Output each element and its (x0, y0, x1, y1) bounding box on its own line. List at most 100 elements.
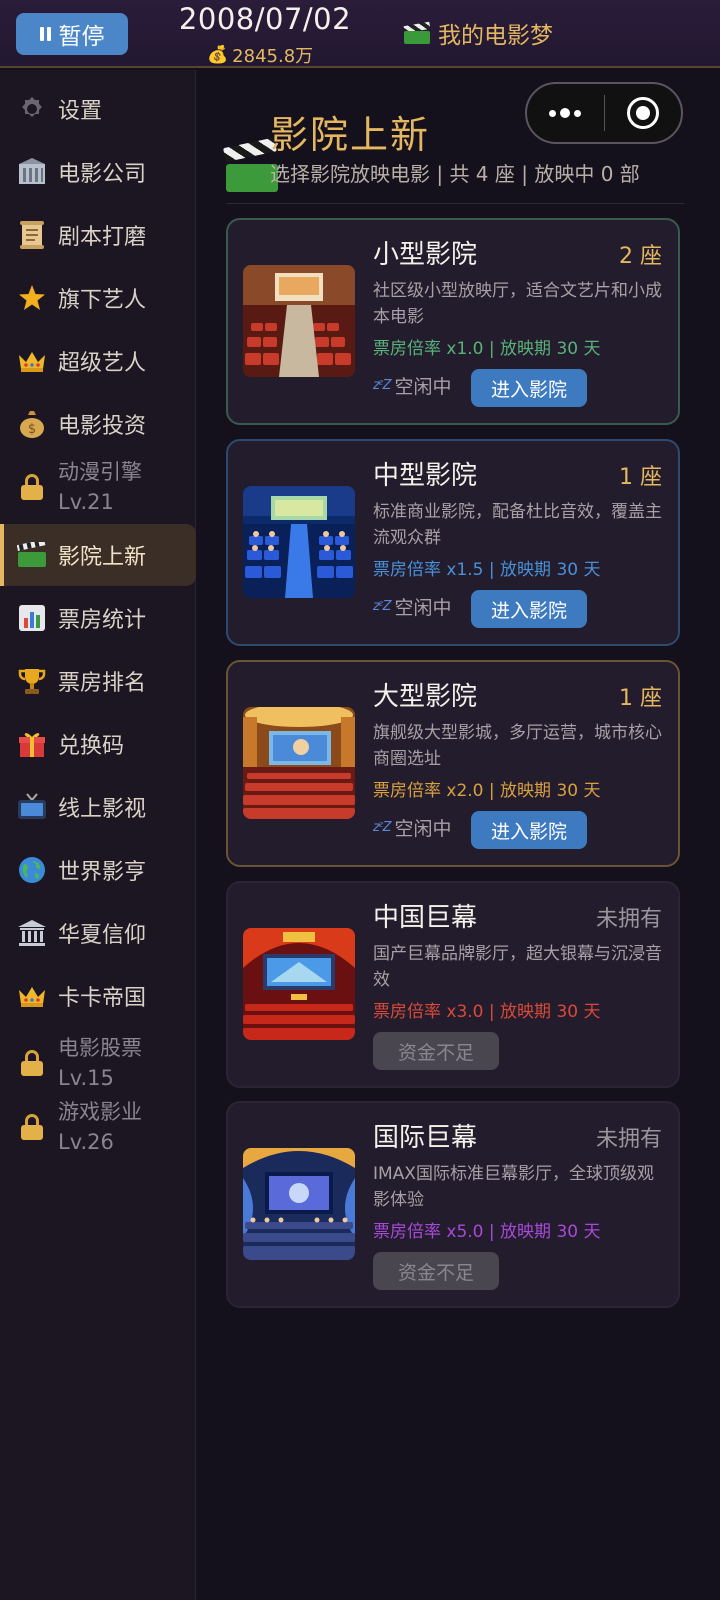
sidebar-item-label: 电影股票 (58, 1036, 142, 1060)
sidebar-item-box-office-stats[interactable]: 票房统计 (0, 587, 196, 649)
pause-icon (39, 27, 51, 41)
sidebar-item-online-video[interactable]: 线上影视 (0, 776, 196, 838)
lock-icon (21, 1050, 43, 1076)
globe-icon (16, 854, 48, 886)
cinema-count: 2 座 (619, 244, 662, 269)
cinema-rate: 票房倍率 x1.0 | 放映期 30 天 (373, 339, 601, 359)
lock-icon-wrap (16, 1111, 48, 1143)
sidebar-item-label: 世界影亨 (58, 860, 147, 885)
sidebar-item-level: Lv.15 (58, 1066, 114, 1090)
cinema-card-large: 大型影院 1 座 旗舰级大型影城，多厅运营，城市核心商圈选址 票房倍率 x2.0… (226, 660, 680, 867)
cinema-thumbnail-small (243, 265, 355, 377)
sidebar-item-label: 影院上新 (58, 545, 147, 570)
pause-button[interactable]: 暂停 (16, 13, 128, 55)
cinema-count: 未拥有 (595, 907, 662, 932)
cinema-count: 未拥有 (595, 1127, 662, 1152)
cinema-description: 国产巨幕品牌影厅，超大银幕与沉浸音效 (373, 944, 662, 990)
money-amount: 2845.8万 (232, 46, 314, 67)
cinema-name: 国际巨幕 (373, 1123, 478, 1153)
building-icon (16, 156, 48, 188)
sidebar-item-label-group: 动漫引擎 Lv.21 (58, 457, 142, 517)
insufficient-funds-button[interactable]: 资金不足 (373, 1032, 499, 1070)
temple-icon (16, 917, 48, 949)
sidebar-item-label: 电影公司 (58, 162, 147, 187)
cinema-rate: 票房倍率 x3.0 | 放映期 30 天 (373, 1002, 601, 1022)
cinema-count: 1 座 (619, 465, 662, 490)
sleep-icon: zᶻZ (373, 820, 391, 835)
top-bar: 暂停 2008/07/02 💰 2845.8万 我的电影梦 (0, 0, 720, 68)
clapperboard-icon (16, 539, 48, 571)
lock-icon-wrap (16, 471, 48, 503)
gear-icon (16, 93, 48, 125)
sidebar-item-redeem-code[interactable]: 兑换码 (0, 713, 196, 775)
cinema-thumbnail-medium (243, 486, 355, 598)
lock-icon (21, 474, 43, 500)
sidebar-item-label: 线上影视 (58, 797, 147, 822)
gift-icon (16, 728, 48, 760)
cinema-status: zᶻZ 空闲中 (373, 814, 452, 841)
sidebar-item-film-investment[interactable]: $ 电影投资 (0, 393, 196, 455)
cinema-status-text: 空闲中 (394, 818, 452, 840)
cinema-card-small: 小型影院 2 座 社区级小型放映厅，适合文艺片和小成本电影 票房倍率 x1.0 … (226, 218, 680, 425)
cinema-rate: 票房倍率 x1.5 | 放映期 30 天 (373, 560, 601, 580)
enter-cinema-button[interactable]: 进入影院 (471, 811, 587, 849)
clapperboard-icon (403, 21, 431, 44)
sidebar-item-level: Lv.21 (58, 490, 114, 514)
sidebar-item-new-cinema[interactable]: 影院上新 (0, 524, 196, 586)
sidebar-item-world-mogul[interactable]: 世界影亨 (0, 839, 196, 901)
sidebar-item-label-group: 电影股票 Lv.15 (58, 1033, 142, 1093)
bar-chart-icon (16, 602, 48, 634)
sidebar-item-label: 超级艺人 (58, 351, 147, 376)
game-title-text: 我的电影梦 (438, 23, 553, 49)
cinema-thumbnail-china-giant-screen (243, 928, 355, 1040)
sidebar-item-settings[interactable]: 设置 (0, 78, 196, 140)
trophy-icon (16, 665, 48, 697)
sidebar-item-label: 剧本打磨 (58, 225, 147, 250)
cinema-description: 社区级小型放映厅，适合文艺片和小成本电影 (373, 281, 662, 327)
sidebar-item-anime-engine[interactable]: 动漫引擎 Lv.21 (0, 456, 196, 518)
cinema-rate: 票房倍率 x2.0 | 放映期 30 天 (373, 781, 601, 801)
cinema-card-china-giant-screen: 中国巨幕 未拥有 国产巨幕品牌影厅，超大银幕与沉浸音效 票房倍率 x3.0 | … (226, 881, 680, 1088)
sidebar-item-label: 游戏影业 (58, 1100, 142, 1124)
page-title: 影院上新 (270, 113, 431, 157)
money-bag-icon: 💰 (207, 45, 229, 65)
sidebar-item-kaka-empire[interactable]: 卡卡帝国 (0, 965, 196, 1027)
game-date: 2008/07/02 (178, 2, 352, 36)
sidebar-item-huaxia-faith[interactable]: 华夏信仰 (0, 902, 196, 964)
cinema-rate: 票房倍率 x5.0 | 放映期 30 天 (373, 1222, 601, 1242)
sidebar-item-label-group: 游戏影业 Lv.26 (58, 1097, 142, 1157)
cinema-count: 1 座 (619, 686, 662, 711)
sidebar-item-box-office-rank[interactable]: 票房排名 (0, 650, 196, 712)
cinema-name: 中型影院 (373, 461, 478, 491)
sidebar-item-artists[interactable]: 旗下艺人 (0, 267, 196, 329)
sleep-icon: zᶻZ (373, 378, 391, 393)
main-content: 影院上新 选择影院放映电影 | 共 4 座 | 放映中 0 部 小型影院 2 座… (196, 70, 720, 1600)
sidebar-item-film-company[interactable]: 电影公司 (0, 141, 196, 203)
sidebar-item-label: 动漫引擎 (58, 460, 142, 484)
crown-icon (16, 345, 48, 377)
cinema-name: 小型影院 (373, 240, 478, 270)
pause-label: 暂停 (58, 24, 105, 50)
lock-icon (21, 1114, 43, 1140)
sidebar-item-game-studio[interactable]: 游戏影业 Lv.26 (0, 1096, 196, 1158)
lock-icon-wrap (16, 1047, 48, 1079)
sidebar-item-level: Lv.26 (58, 1130, 114, 1154)
insufficient-funds-button[interactable]: 资金不足 (373, 1252, 499, 1290)
tv-icon (16, 791, 48, 823)
sidebar: 设置 电影公司 剧本打磨 旗下艺人 超级艺人 $ 电影投资 动漫引擎 Lv.21… (0, 70, 196, 1600)
money-bag-icon: $ (16, 408, 48, 440)
game-title: 我的电影梦 (403, 16, 553, 50)
sidebar-item-label: 华夏信仰 (58, 923, 147, 948)
sidebar-item-film-stocks[interactable]: 电影股票 Lv.15 (0, 1032, 196, 1094)
svg-text:$: $ (28, 422, 36, 437)
money-display: 💰 2845.8万 (207, 42, 313, 68)
cinema-description: IMAX国际标准巨幕影厅，全球顶级观影体验 (373, 1164, 654, 1210)
enter-cinema-button[interactable]: 进入影院 (471, 369, 587, 407)
star-icon (16, 282, 48, 314)
cinema-name: 中国巨幕 (373, 903, 478, 933)
cinema-card-medium: 中型影院 1 座 标准商业影院，配备杜比音效，覆盖主流观众群 票房倍率 x1.5… (226, 439, 680, 646)
sidebar-item-super-artists[interactable]: 超级艺人 (0, 330, 196, 392)
cinema-status-text: 空闲中 (394, 597, 452, 619)
sidebar-item-script-polish[interactable]: 剧本打磨 (0, 204, 196, 266)
enter-cinema-button[interactable]: 进入影院 (471, 590, 587, 628)
